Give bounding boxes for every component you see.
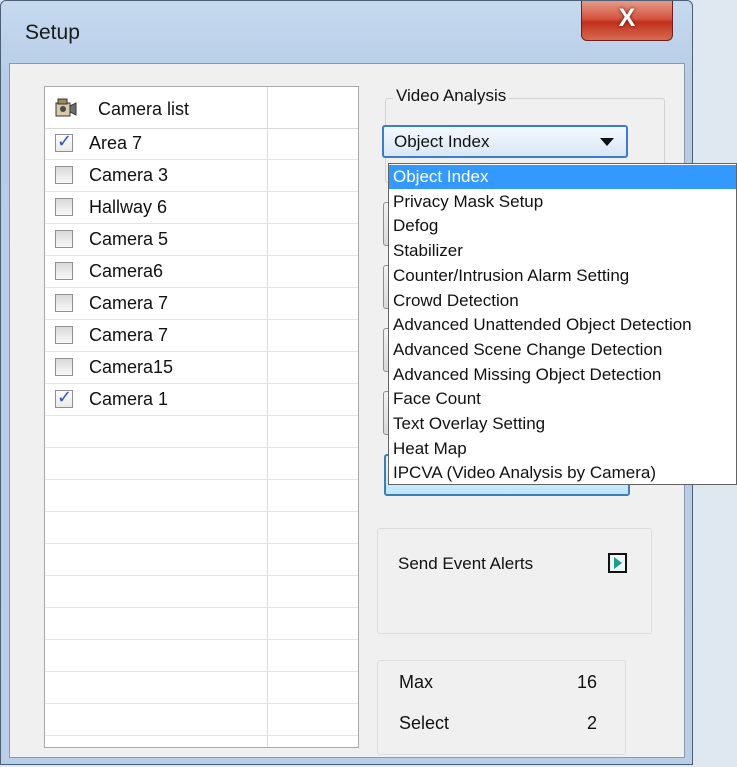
close-icon: X <box>618 4 636 32</box>
empty-row <box>45 576 358 608</box>
dropdown-option[interactable]: Stabilizer <box>389 239 736 263</box>
dropdown-option[interactable]: Advanced Scene Change Detection <box>389 338 736 362</box>
camera-list: Camera list Area 7 Camera 3 Hallway 6 Camer… <box>44 86 359 748</box>
camera-name: Camera 7 <box>89 293 169 313</box>
dropdown-option[interactable]: Crowd Detection <box>389 289 736 313</box>
camera-checkbox[interactable] <box>55 131 73 152</box>
camera-checkbox[interactable] <box>55 262 73 280</box>
event-alerts-panel: Send Event Alerts <box>377 528 652 634</box>
select-value: 2 <box>586 713 597 733</box>
empty-row <box>45 608 358 640</box>
video-analysis-dropdown: Object Index Privacy Mask Setup Defog Stabi… <box>388 163 737 485</box>
camera-row[interactable]: Camera15 <box>45 352 358 384</box>
dropdown-option[interactable]: Heat Map <box>389 437 736 461</box>
camera-list-header: Camera list <box>45 87 358 129</box>
camera-checkbox[interactable] <box>55 198 73 216</box>
camera-row[interactable]: Camera 1 <box>45 384 358 416</box>
camera-list-title: Camera list <box>98 99 190 119</box>
camera-checkbox[interactable] <box>55 294 73 312</box>
empty-row <box>45 736 358 747</box>
chevron-down-icon <box>600 138 614 146</box>
camera-name: Camera6 <box>89 261 164 281</box>
camera-name: Hallway 6 <box>89 197 168 217</box>
camera-icon <box>55 98 77 117</box>
camera-count-panel: Max 16 Select 2 <box>377 660 626 755</box>
camera-name: Camera 3 <box>89 165 169 185</box>
window-title: Setup <box>25 21 80 44</box>
dropdown-option[interactable]: Counter/Intrusion Alarm Setting <box>389 264 736 288</box>
dropdown-option[interactable]: Object Index <box>389 165 736 189</box>
camera-row[interactable]: Camera 7 <box>45 288 358 320</box>
dropdown-option[interactable]: Face Count <box>389 387 736 411</box>
select-label: Select <box>399 713 450 733</box>
camera-checkbox[interactable] <box>55 358 73 376</box>
empty-row <box>45 640 358 672</box>
camera-row[interactable]: Hallway 6 <box>45 192 358 224</box>
dropdown-option[interactable]: Advanced Missing Object Detection <box>389 363 736 387</box>
camera-row[interactable]: Camera 5 <box>45 224 358 256</box>
play-icon[interactable] <box>608 553 627 573</box>
empty-row <box>45 704 358 736</box>
camera-row[interactable]: Area 7 <box>45 128 358 160</box>
empty-row <box>45 544 358 576</box>
empty-row <box>45 448 358 480</box>
camera-name: Camera 1 <box>89 389 169 409</box>
max-label: Max <box>399 672 434 692</box>
camera-name: Area 7 <box>89 133 143 153</box>
max-value: 16 <box>576 672 597 692</box>
dropdown-option[interactable]: IPCVA (Video Analysis by Camera) <box>389 461 736 484</box>
empty-row <box>45 416 358 448</box>
empty-row <box>45 672 358 704</box>
dropdown-option[interactable]: Privacy Mask Setup <box>389 190 736 214</box>
camera-row[interactable]: Camera 3 <box>45 160 358 192</box>
camera-name: Camera15 <box>89 357 174 377</box>
camera-checkbox[interactable] <box>55 326 73 344</box>
empty-row <box>45 512 358 544</box>
empty-row <box>45 480 358 512</box>
camera-name: Camera 5 <box>89 229 169 249</box>
camera-row[interactable]: Camera 7 <box>45 320 358 352</box>
video-analysis-label: Video Analysis <box>393 86 510 106</box>
camera-checkbox[interactable] <box>55 166 73 184</box>
dropdown-option[interactable]: Text Overlay Setting <box>389 412 736 436</box>
video-analysis-selected-value: Object Index <box>394 132 490 151</box>
close-button[interactable]: X <box>581 1 673 41</box>
video-analysis-select[interactable]: Object Index <box>382 125 628 158</box>
dropdown-option[interactable]: Defog <box>389 214 736 238</box>
dropdown-option[interactable]: Advanced Unattended Object Detection <box>389 313 736 337</box>
camera-checkbox[interactable] <box>55 230 73 248</box>
camera-row[interactable]: Camera6 <box>45 256 358 288</box>
camera-name: Camera 7 <box>89 325 169 345</box>
send-event-alerts-label: Send Event Alerts <box>398 554 534 573</box>
camera-checkbox[interactable] <box>55 387 73 408</box>
